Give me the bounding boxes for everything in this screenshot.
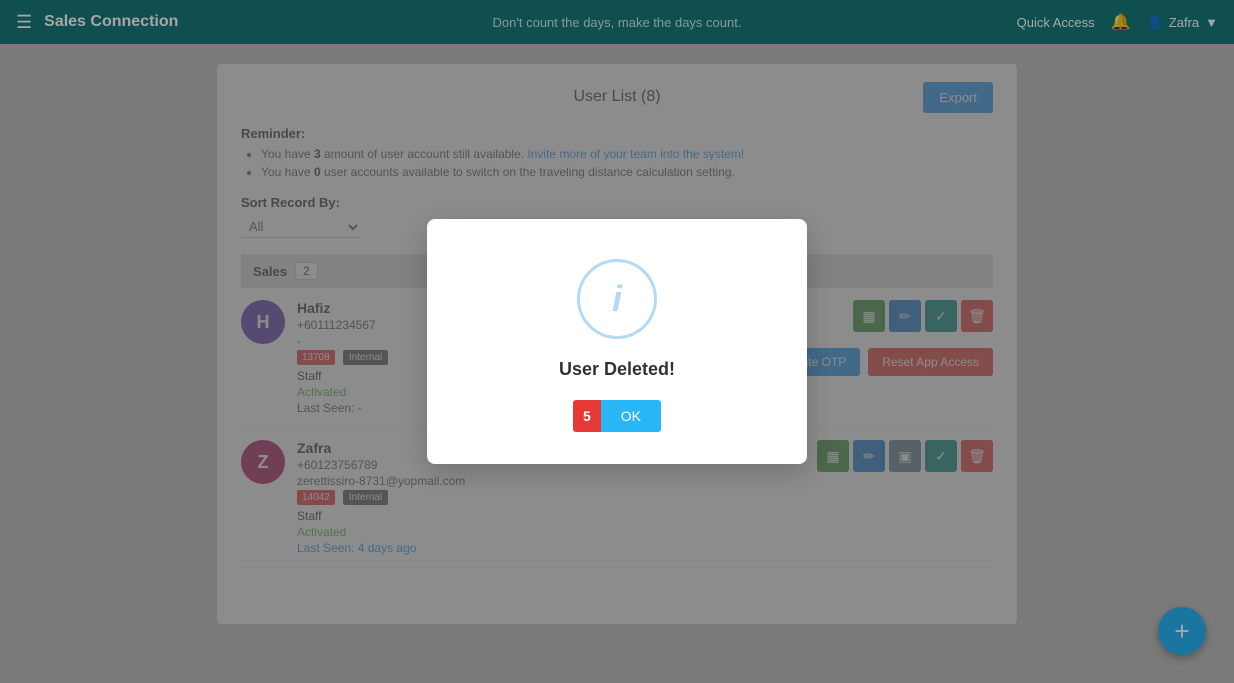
modal-box: i User Deleted! 5 OK bbox=[427, 219, 807, 464]
modal-number-badge: 5 bbox=[573, 400, 601, 432]
modal-ok-row: 5 OK bbox=[573, 400, 661, 432]
modal-ok-button[interactable]: OK bbox=[601, 400, 661, 432]
modal-overlay: i User Deleted! 5 OK bbox=[0, 0, 1234, 683]
modal-info-icon: i bbox=[577, 259, 657, 339]
modal-title: User Deleted! bbox=[559, 359, 675, 380]
